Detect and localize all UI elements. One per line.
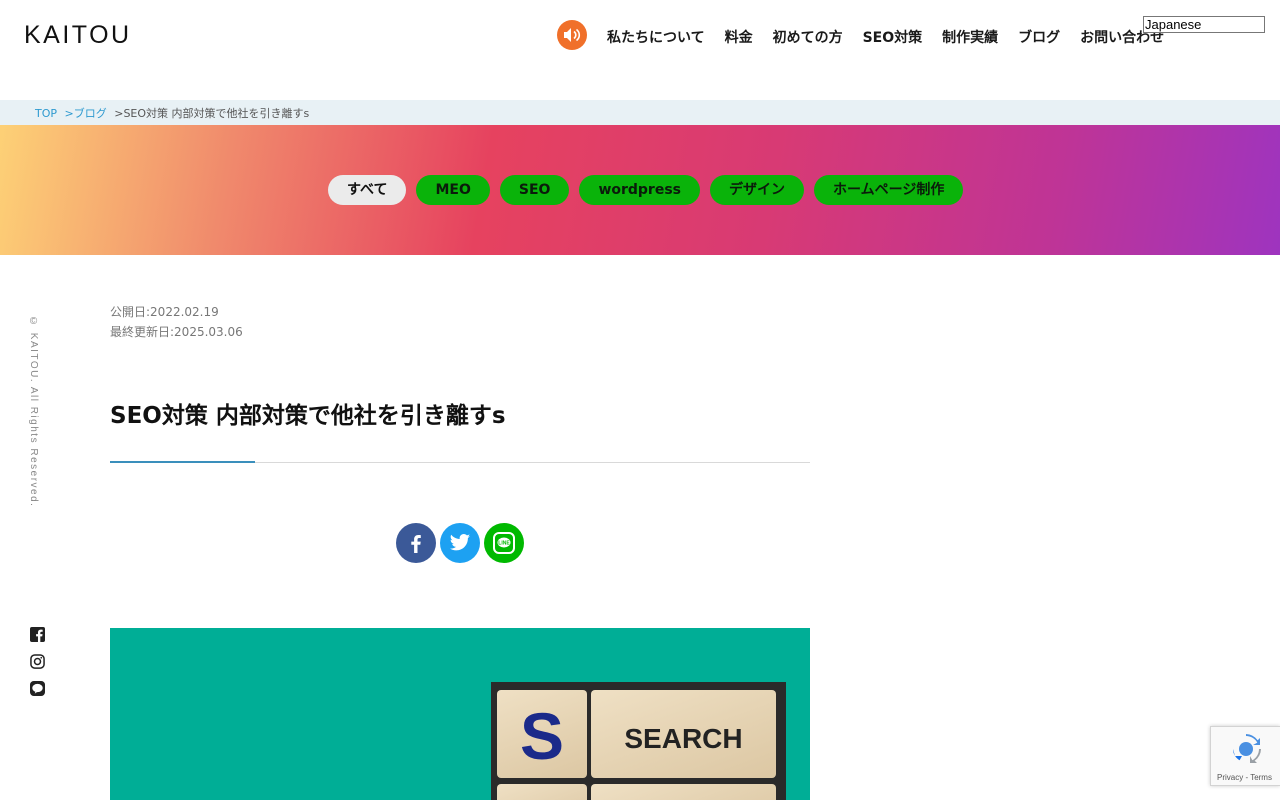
facebook-icon xyxy=(411,535,421,553)
recaptcha-icon xyxy=(1233,734,1261,763)
side-social-links xyxy=(30,627,45,696)
published-date: 公開日:2022.02.19 xyxy=(110,305,219,319)
breadcrumb-top[interactable]: TOP xyxy=(35,107,57,120)
nav-seo[interactable]: SEO対策 xyxy=(863,27,923,47)
category-hero: すべて MEO SEO wordpress デザイン ホームページ制作 xyxy=(0,125,1280,255)
breadcrumb: TOP >ブログ >SEO対策 内部対策で他社を引き離すs xyxy=(0,100,1280,125)
category-wordpress[interactable]: wordpress xyxy=(579,175,701,205)
site-header: KAITOU 私たちについて 料金 初めての方 SEO対策 制作実績 ブログ お… xyxy=(0,0,1280,100)
tile-word: SEARCH xyxy=(591,690,776,778)
language-select[interactable]: Japanese xyxy=(1143,16,1265,33)
speaker-icon xyxy=(564,28,581,42)
category-all[interactable]: すべて xyxy=(328,175,407,205)
main-nav: 私たちについて 料金 初めての方 SEO対策 制作実績 ブログ お問い合わせ xyxy=(607,27,1184,47)
seo-blocks-photo: S SEARCH xyxy=(491,682,786,800)
category-design[interactable]: デザイン xyxy=(710,175,805,205)
nav-pricing[interactable]: 料金 xyxy=(725,27,753,47)
share-line-button[interactable]: LINE xyxy=(484,523,524,563)
site-logo[interactable]: KAITOU xyxy=(24,21,132,50)
copyright-text: © KAITOU. All Rights Reserved. xyxy=(28,316,39,508)
updated-date: 最終更新日:2025.03.06 xyxy=(110,325,243,339)
title-divider-accent xyxy=(110,461,255,463)
svg-text:LINE: LINE xyxy=(498,541,510,547)
article-title: SEO対策 内部対策で他社を引き離すs xyxy=(110,403,506,429)
nav-first-time[interactable]: 初めての方 xyxy=(773,27,843,47)
category-filter: すべて MEO SEO wordpress デザイン ホームページ制作 xyxy=(328,175,973,205)
nav-blog[interactable]: ブログ xyxy=(1018,27,1060,47)
category-meo[interactable]: MEO xyxy=(416,175,490,205)
line-icon: LINE xyxy=(493,532,515,554)
tile-letter: S xyxy=(497,690,587,778)
recaptcha-footer[interactable]: Privacy - Terms xyxy=(1217,773,1272,782)
nav-about[interactable]: 私たちについて xyxy=(607,27,705,47)
line-icon[interactable] xyxy=(30,681,45,696)
article-eyecatch-image: S SEARCH xyxy=(110,628,810,800)
twitter-icon xyxy=(449,534,471,551)
share-buttons: LINE xyxy=(396,523,524,563)
tile-lower-right xyxy=(591,784,776,800)
share-facebook-button[interactable] xyxy=(396,523,436,563)
tile-lower-left xyxy=(497,784,587,800)
sound-toggle-button[interactable] xyxy=(557,20,587,50)
recaptcha-badge[interactable]: Privacy - Terms xyxy=(1210,726,1280,786)
category-homepage[interactable]: ホームページ制作 xyxy=(814,175,964,205)
facebook-icon[interactable] xyxy=(30,627,45,642)
nav-works[interactable]: 制作実績 xyxy=(942,27,998,47)
instagram-icon[interactable] xyxy=(30,654,45,669)
breadcrumb-blog[interactable]: >ブログ xyxy=(65,107,107,120)
share-twitter-button[interactable] xyxy=(440,523,480,563)
breadcrumb-current: >SEO対策 内部対策で他社を引き離すs xyxy=(114,107,310,120)
article-dates: 公開日:2022.02.19 最終更新日:2025.03.06 xyxy=(110,302,243,342)
category-seo[interactable]: SEO xyxy=(499,175,570,205)
